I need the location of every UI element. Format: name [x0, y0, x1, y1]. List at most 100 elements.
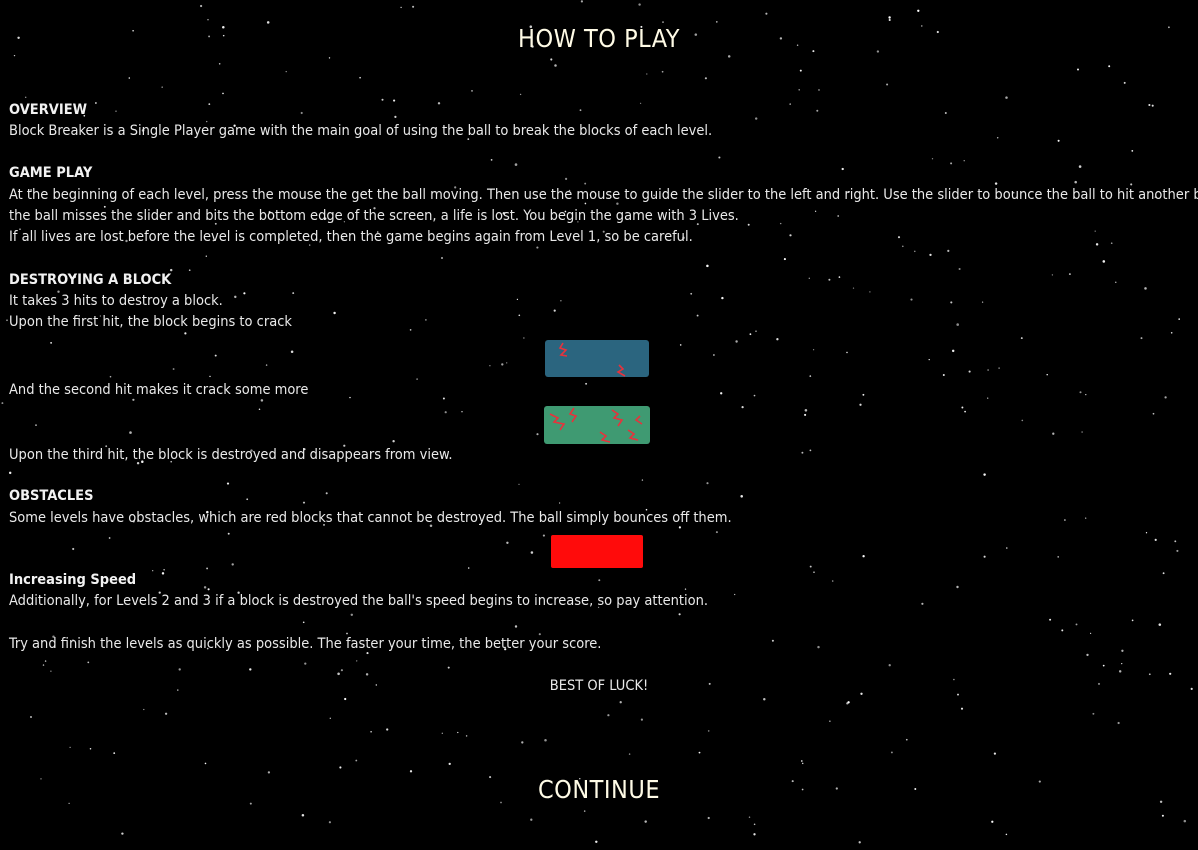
star: [679, 344, 682, 346]
star: [44, 660, 47, 662]
star: [355, 759, 358, 762]
star: [128, 77, 131, 79]
star: [542, 534, 545, 537]
star: [809, 565, 812, 568]
star: [519, 93, 522, 96]
star: [740, 495, 743, 498]
gameplay-text-3: If all lives are lost before the level i…: [9, 229, 693, 245]
star: [530, 551, 534, 554]
star: [804, 413, 807, 416]
star: [598, 579, 601, 582]
star: [205, 255, 207, 257]
star: [538, 633, 541, 636]
star: [1075, 623, 1078, 626]
star: [1115, 281, 1117, 283]
star: [1174, 540, 1177, 543]
star: [536, 246, 539, 249]
star: [108, 537, 111, 539]
speed-heading: Increasing Speed: [9, 572, 137, 588]
star: [942, 373, 945, 377]
star: [928, 358, 930, 361]
star: [172, 368, 175, 370]
star: [292, 292, 295, 295]
star: [72, 547, 75, 551]
star: [444, 411, 447, 414]
star: [968, 370, 971, 373]
star: [831, 580, 834, 582]
star: [285, 70, 287, 73]
star: [558, 502, 561, 504]
star: [121, 832, 124, 835]
star: [812, 349, 815, 351]
star: [993, 752, 997, 755]
continue-button[interactable]: CONTINUE: [0, 775, 1198, 804]
star: [441, 257, 443, 259]
star: [437, 102, 441, 105]
star: [644, 820, 647, 823]
star: [442, 397, 445, 400]
star: [1089, 632, 1092, 635]
star: [340, 669, 343, 672]
gameplay-heading: GAME PLAY: [9, 165, 93, 181]
star: [747, 223, 750, 226]
star: [393, 99, 396, 102]
star: [1183, 819, 1187, 823]
star: [366, 652, 369, 655]
star: [753, 833, 756, 836]
star: [129, 431, 132, 434]
star: [550, 58, 553, 61]
star: [910, 298, 913, 301]
star: [161, 572, 165, 575]
star: [304, 662, 307, 665]
star: [1148, 673, 1151, 676]
star: [818, 89, 820, 91]
star: [302, 621, 305, 624]
star: [584, 182, 587, 185]
star: [346, 632, 348, 635]
star: [260, 399, 264, 402]
star: [1178, 318, 1180, 320]
star: [425, 319, 427, 321]
star: [1131, 150, 1134, 152]
star: [207, 19, 209, 21]
star: [1148, 103, 1151, 107]
star: [465, 735, 468, 737]
star: [356, 660, 358, 662]
star: [184, 332, 187, 335]
star: [1020, 337, 1023, 340]
star: [113, 752, 116, 754]
star: [267, 771, 271, 774]
star: [996, 137, 999, 139]
star: [290, 350, 294, 354]
star: [804, 409, 808, 412]
star: [595, 840, 598, 844]
star: [852, 287, 855, 289]
star: [206, 567, 209, 570]
star: [1, 402, 4, 405]
star: [69, 746, 71, 749]
star: [448, 762, 451, 766]
star: [1158, 623, 1162, 626]
star: [983, 473, 986, 476]
star: [518, 483, 520, 485]
star: [1161, 814, 1164, 817]
star: [862, 555, 865, 558]
star: [981, 301, 984, 303]
star: [1092, 712, 1095, 715]
star: [461, 410, 463, 413]
star: [917, 9, 920, 12]
star: [696, 314, 699, 317]
star: [801, 762, 804, 765]
star: [799, 69, 802, 72]
star: [1169, 672, 1172, 675]
star: [734, 593, 736, 596]
star: [753, 394, 756, 397]
speed-text: Additionally, for Levels 2 and 3 if a bl…: [9, 593, 709, 609]
overview-heading: OVERVIEW: [9, 102, 88, 118]
star: [328, 821, 331, 824]
star: [518, 314, 521, 317]
star: [30, 716, 32, 718]
star: [914, 250, 916, 253]
star: [333, 311, 336, 315]
star: [837, 215, 840, 217]
